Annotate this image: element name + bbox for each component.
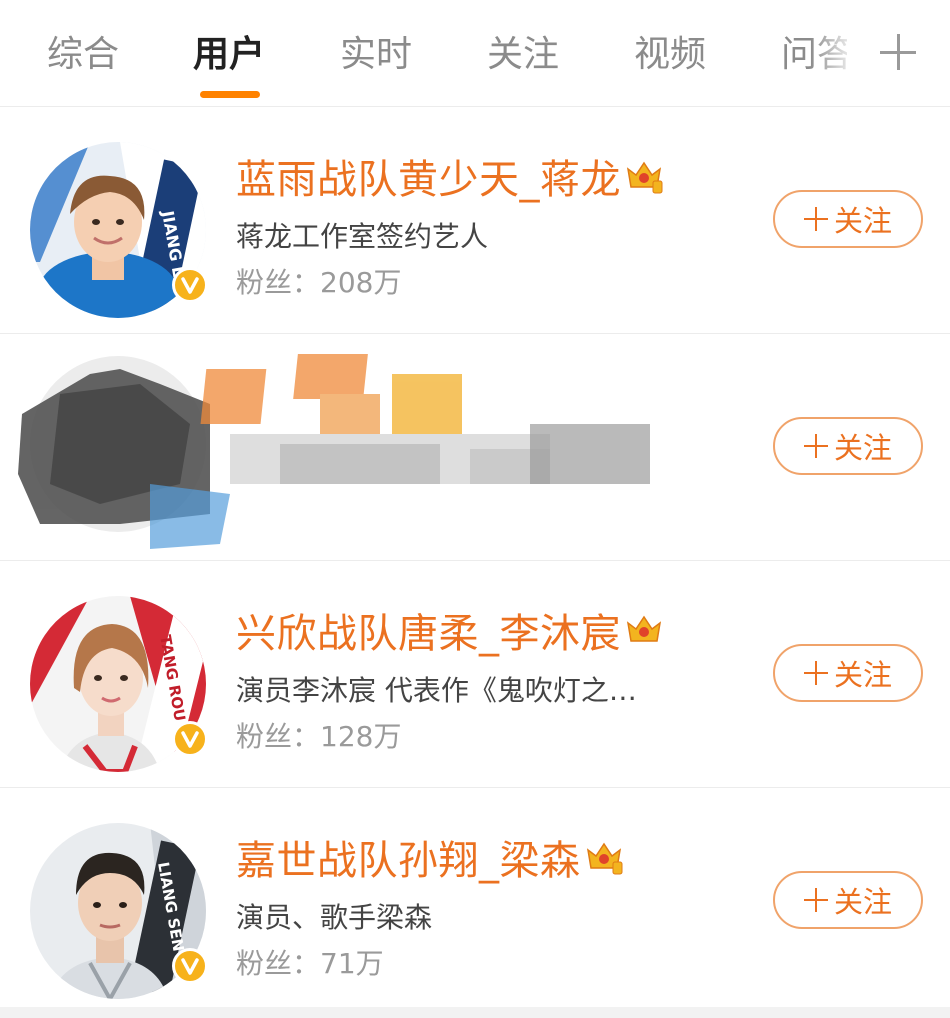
crown-vip-icon [626,615,662,642]
plus-icon [803,207,828,231]
fans-count: 粉丝：71万 [236,947,384,980]
follow-label: 关注 [833,885,892,919]
fans-count: 粉丝：208万 [236,266,402,299]
follow-label: 关注 [833,658,892,692]
bottom-divider [0,1007,950,1018]
follow-label: 关注 [833,204,892,238]
name-line: 蓝雨战队黄少天_蒋龙 [236,151,663,203]
plus-icon [803,661,828,685]
fans-count: 粉丝：128万 [236,720,402,753]
verified-v-icon [172,948,208,984]
crown-vip-icon [586,842,622,875]
user-description: 蒋龙工作室签约艺人 [236,220,489,253]
follow-button[interactable]: 关注 [773,190,923,248]
tab-fade-overlay [810,20,870,90]
user-row[interactable]: JIANG LONG 蓝雨战队黄少天_蒋龙 蒋龙工作室签约艺人 粉丝：208万 … [0,107,950,334]
tab-bar: 综合 用户 实时 关注 视频 问答 [0,0,950,107]
crown-vip-icon [626,161,663,194]
plus-icon [803,434,828,458]
tab-comprehensive[interactable]: 综合 [47,30,119,80]
add-tab-plus-icon[interactable] [878,32,918,72]
verified-v-icon [172,721,208,757]
follow-button[interactable]: 关注 [773,644,923,702]
verified-v-icon [172,267,208,303]
user-name[interactable]: 蓝雨战队黄少天_蒋龙 [236,147,621,205]
active-tab-indicator [200,91,260,98]
follow-button[interactable]: 关注 [773,871,923,929]
tab-realtime[interactable]: 实时 [340,30,412,80]
tab-users[interactable]: 用户 [193,30,265,80]
user-row[interactable]: 关注 [0,334,950,561]
user-row[interactable]: TANG ROU 兴欣战队唐柔_李沐宸 演员李沐宸 代表作《鬼吹灯之… 粉丝：1… [0,561,950,788]
tab-video[interactable]: 视频 [634,30,706,80]
name-line: 嘉世战队孙翔_梁森 [236,832,623,884]
user-description: 演员、歌手梁森 [236,901,433,934]
name-line: 兴欣战队唐柔_李沐宸 [236,605,663,657]
follow-label: 关注 [833,431,892,465]
follow-button[interactable]: 关注 [773,417,923,475]
user-name[interactable]: 嘉世战队孙翔_梁森 [236,828,581,886]
tab-following[interactable]: 关注 [487,30,559,80]
user-row[interactable]: LIANG SEN 嘉世战队孙翔_梁森 演员、歌手梁森 粉丝：71万 关注 [0,788,950,1015]
user-description: 演员李沐宸 代表作《鬼吹灯之… [236,674,637,707]
plus-icon [803,888,828,912]
user-name[interactable]: 兴欣战队唐柔_李沐宸 [236,601,621,659]
